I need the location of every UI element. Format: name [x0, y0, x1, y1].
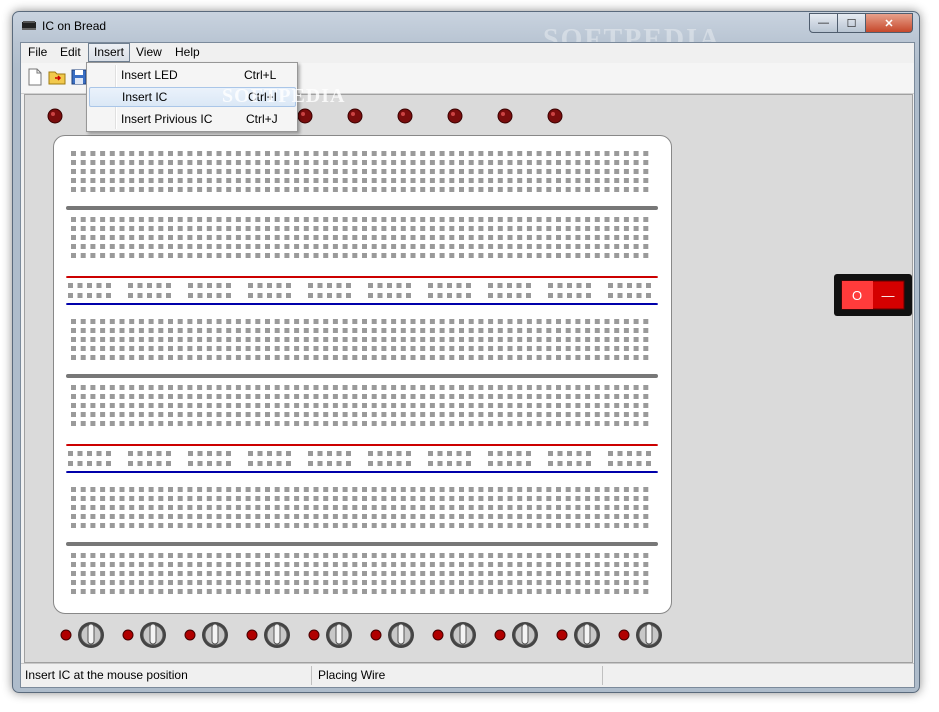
- minimize-icon: —: [818, 17, 829, 29]
- input-toggle: [308, 622, 352, 648]
- menu-item-insert-led[interactable]: Insert LED Ctrl+L: [89, 65, 294, 85]
- led-indicator: [347, 108, 363, 124]
- minimize-button[interactable]: —: [809, 13, 838, 33]
- input-toggle: [494, 622, 538, 648]
- menu-item-shortcut: Ctrl+L: [244, 68, 277, 82]
- input-toggle: [370, 622, 414, 648]
- power-switch-graphic: O —: [841, 280, 905, 310]
- status-hint: Insert IC at the mouse position: [25, 668, 188, 682]
- new-file-icon[interactable]: [25, 67, 45, 87]
- status-extra: [607, 664, 609, 686]
- watermark-text: SOFTPEDIA: [222, 85, 346, 107]
- maximize-icon: ☐: [846, 17, 857, 30]
- led-indicator: [497, 108, 513, 124]
- status-bar: Insert IC at the mouse position Placing …: [21, 663, 914, 687]
- menu-bar: File Edit Insert View Help: [21, 43, 914, 63]
- input-toggle-row: [60, 622, 662, 648]
- app-icon: [22, 21, 36, 30]
- title-bar[interactable]: IC on Bread SOFTPEDIA — ☐ ✕: [13, 12, 919, 55]
- input-toggle: [184, 622, 228, 648]
- led-indicator: [447, 108, 463, 124]
- switch-on-label: O: [852, 288, 862, 303]
- close-button[interactable]: ✕: [865, 13, 913, 33]
- input-toggle: [432, 622, 476, 648]
- breadboard[interactable]: [53, 135, 672, 614]
- input-toggle: [556, 622, 600, 648]
- status-divider: [311, 666, 312, 685]
- client-area: File Edit Insert View Help O — Insert IC…: [20, 42, 915, 688]
- maximize-button[interactable]: ☐: [837, 13, 866, 33]
- window-title: IC on Bread: [42, 19, 107, 33]
- menu-item-shortcut: Ctrl+J: [246, 112, 278, 126]
- menu-item-label: Insert LED: [121, 68, 178, 82]
- menu-item-insert-previous-ic[interactable]: Insert Privious IC Ctrl+J: [89, 109, 294, 129]
- breadboard-holes: [66, 151, 658, 594]
- status-mode: Placing Wire: [318, 668, 386, 682]
- menu-insert[interactable]: Insert: [88, 43, 131, 62]
- led-indicator: [297, 108, 313, 124]
- menu-file[interactable]: File: [23, 44, 52, 61]
- input-toggle: [60, 622, 104, 648]
- menu-item-label: Insert IC: [122, 90, 168, 104]
- menu-view[interactable]: View: [131, 44, 167, 61]
- open-folder-icon[interactable]: [47, 67, 67, 87]
- close-icon: ✕: [884, 17, 894, 30]
- led-indicator: [47, 108, 63, 124]
- input-toggle: [246, 622, 290, 648]
- led-indicator: [547, 108, 563, 124]
- switch-off-label: —: [882, 288, 895, 303]
- menu-help[interactable]: Help: [170, 44, 205, 61]
- led-indicator: [397, 108, 413, 124]
- input-toggle: [618, 622, 662, 648]
- power-switch[interactable]: O —: [834, 274, 912, 316]
- menu-item-label: Insert Privious IC: [121, 112, 213, 126]
- input-toggle: [122, 622, 166, 648]
- menu-edit[interactable]: Edit: [55, 44, 86, 61]
- status-divider: [602, 666, 603, 685]
- breadboard-canvas[interactable]: O —: [24, 94, 913, 663]
